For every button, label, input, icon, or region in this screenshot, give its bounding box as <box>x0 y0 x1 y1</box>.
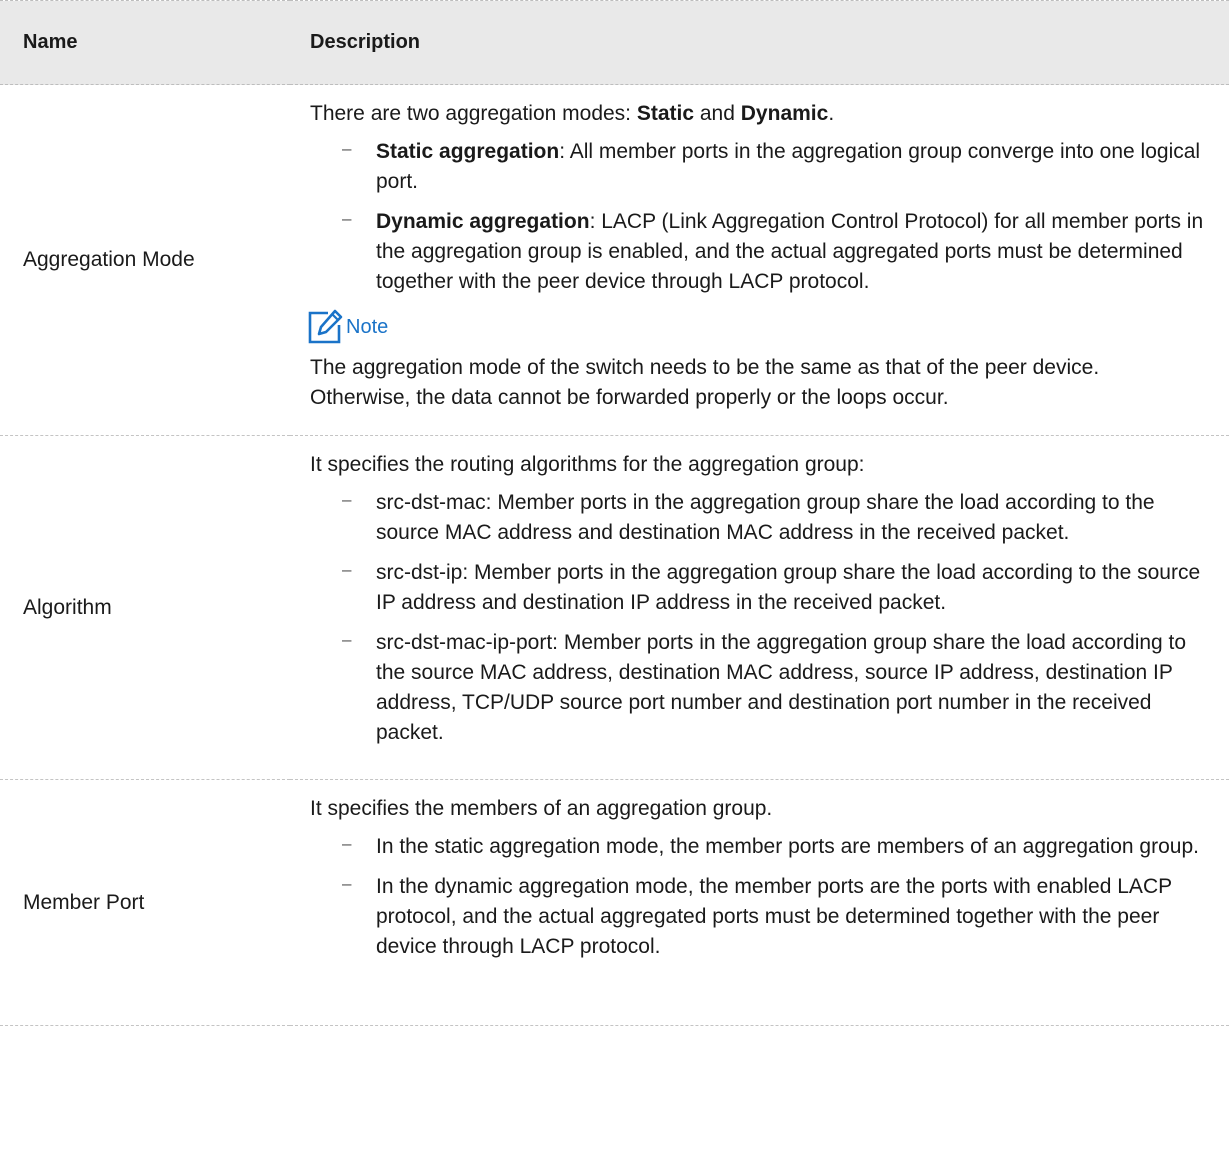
description-intro: It specifies the members of an aggregati… <box>310 797 773 820</box>
list-item: – Static aggregation: All member ports in… <box>310 137 1205 197</box>
intro-text: and <box>694 102 741 125</box>
bullet-text: src-dst-mac: Member ports in the aggrega… <box>376 491 1155 544</box>
edit-note-icon <box>308 309 343 344</box>
bullet-dash: – <box>342 139 352 158</box>
intro-text: . <box>828 102 835 125</box>
row-name: Aggregation Mode <box>0 84 290 436</box>
row-name: Member Port <box>0 779 290 1026</box>
bullet-dash: – <box>342 209 352 228</box>
bullet-dash: – <box>342 834 352 853</box>
parameter-table: Name Description Aggregation Mode There … <box>0 0 1229 1026</box>
note-header: Note <box>306 307 1205 347</box>
table-row-aggregation-mode: Aggregation Mode There are two aggregati… <box>0 84 1229 436</box>
header-name: Name <box>0 0 290 85</box>
table-header-row: Name Description <box>0 0 1229 85</box>
row-description: It specifies the routing algorithms for … <box>290 435 1229 780</box>
bullet-text: src-dst-mac-ip-port: Member ports in the… <box>376 631 1187 744</box>
note-text: The aggregation mode of the switch needs… <box>310 356 1100 409</box>
bullet-term: Static aggregation <box>376 140 560 163</box>
list-item: – src-dst-mac-ip-port: Member ports in th… <box>310 628 1205 748</box>
bullet-text: In the dynamic aggregation mode, the mem… <box>376 875 1172 958</box>
bullet-text: In the static aggregation mode, the memb… <box>376 835 1199 858</box>
row-name: Algorithm <box>0 435 290 780</box>
table-row-algorithm: Algorithm It specifies the routing algor… <box>0 435 1229 780</box>
bullet-text: src-dst-ip: Member ports in the aggregat… <box>376 561 1201 614</box>
note-label: Note <box>346 316 389 338</box>
list-item: – In the dynamic aggregation mode, the me… <box>310 872 1205 962</box>
description-intro: There are two aggregation modes: Static … <box>310 99 1205 129</box>
list-item: – src-dst-ip: Member ports in the aggrega… <box>310 558 1205 618</box>
header-description: Description <box>290 0 1229 85</box>
intro-bold-static: Static <box>636 102 695 125</box>
bullet-dash: – <box>342 490 352 509</box>
intro-text: There are two aggregation modes: <box>310 102 637 125</box>
intro-bold-dynamic: Dynamic <box>740 102 829 125</box>
list-item: – In the static aggregation mode, the mem… <box>310 832 1205 862</box>
row-description: It specifies the members of an aggregati… <box>290 779 1229 1026</box>
bullet-dash: – <box>342 630 352 649</box>
row-description: There are two aggregation modes: Static … <box>290 84 1229 436</box>
bullet-dash: – <box>342 874 352 893</box>
table-row-member-port: Member Port It specifies the members of … <box>0 779 1229 1026</box>
bullet-term: Dynamic aggregation <box>376 210 590 233</box>
description-intro: It specifies the routing algorithms for … <box>310 453 865 476</box>
list-item: – Dynamic aggregation: LACP (Link Aggrega… <box>310 207 1205 297</box>
list-item: – src-dst-mac: Member ports in the aggreg… <box>310 488 1205 548</box>
bullet-dash: – <box>342 560 352 579</box>
